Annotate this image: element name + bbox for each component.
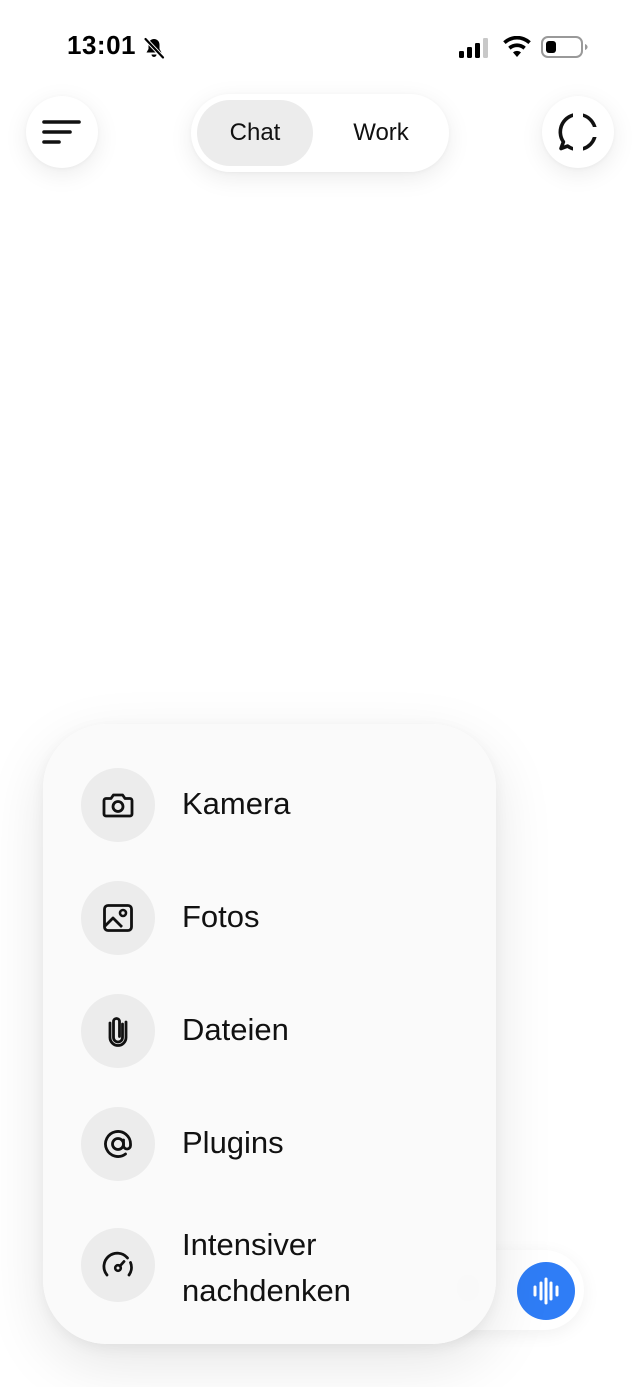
menu-item-files[interactable]: Dateien bbox=[43, 990, 496, 1070]
menu-item-think-harder[interactable]: Intensiver nachdenken bbox=[43, 1224, 496, 1308]
voice-mode-button[interactable] bbox=[517, 1262, 575, 1320]
bell-slash-icon bbox=[144, 37, 165, 59]
cellular-signal-icon bbox=[459, 38, 488, 58]
menu-item-label: Kamera bbox=[182, 786, 291, 821]
new-chat-button[interactable] bbox=[542, 96, 614, 168]
photo-icon bbox=[103, 904, 133, 932]
mode-switcher: Chat Work bbox=[191, 94, 449, 172]
chat-bubble-icon bbox=[558, 110, 600, 154]
menu-item-label: Plugins bbox=[182, 1125, 284, 1160]
menu-item-label: Fotos bbox=[182, 899, 260, 934]
wifi-icon bbox=[503, 36, 531, 57]
gauge-icon-circle bbox=[81, 1228, 155, 1302]
voice-waveform-icon bbox=[533, 1277, 559, 1305]
paperclip-icon-circle bbox=[81, 994, 155, 1068]
status-bar: 13:01 bbox=[0, 0, 640, 96]
menu-item-label: Intensiver nachdenken bbox=[182, 1227, 351, 1308]
menu-item-photos[interactable]: Fotos bbox=[43, 877, 496, 957]
photo-icon-circle bbox=[81, 881, 155, 955]
app-screen: 13:01 Chat Work Kamera Fotos Dateien Plu… bbox=[0, 0, 640, 1387]
at-sign-icon bbox=[104, 1130, 132, 1158]
tab-chat[interactable]: Chat bbox=[197, 100, 313, 166]
menu-item-plugins[interactable]: Plugins bbox=[43, 1103, 496, 1183]
battery-icon bbox=[541, 36, 588, 58]
menu-item-camera[interactable]: Kamera bbox=[43, 764, 496, 844]
attachment-menu: Kamera Fotos Dateien Plugins Intensiver … bbox=[43, 724, 496, 1344]
at-sign-icon-circle bbox=[81, 1107, 155, 1181]
menu-item-label: Dateien bbox=[182, 1012, 289, 1047]
paperclip-icon bbox=[108, 1017, 128, 1047]
status-time: 13:01 bbox=[67, 30, 136, 60]
gauge-icon bbox=[102, 1251, 133, 1277]
camera-icon-circle bbox=[81, 768, 155, 842]
menu-icon bbox=[42, 120, 81, 144]
camera-icon bbox=[102, 793, 134, 818]
tab-work[interactable]: Work bbox=[321, 100, 441, 166]
menu-button[interactable] bbox=[26, 96, 98, 168]
